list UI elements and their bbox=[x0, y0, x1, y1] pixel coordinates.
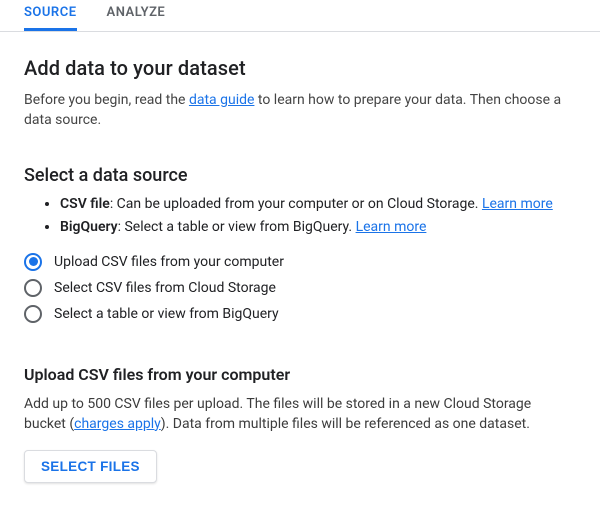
source-option-csv: CSV file: Can be uploaded from your comp… bbox=[60, 196, 576, 212]
radio-bigquery[interactable]: Select a table or view from BigQuery bbox=[24, 305, 576, 323]
source-option-bigquery-desc: : Select a table or view from BigQuery. bbox=[118, 219, 356, 235]
source-option-bigquery-name: BigQuery bbox=[60, 219, 118, 235]
radio-upload-computer[interactable]: Upload CSV files from your computer bbox=[24, 253, 576, 271]
source-option-bigquery: BigQuery: Select a table or view from Bi… bbox=[60, 219, 576, 235]
main-content: Add data to your dataset Before you begi… bbox=[0, 56, 600, 483]
radio-label: Upload CSV files from your computer bbox=[54, 254, 284, 270]
page-title: Add data to your dataset bbox=[24, 56, 576, 80]
source-options-list: CSV file: Can be uploaded from your comp… bbox=[24, 196, 576, 235]
tab-analyze[interactable]: ANALYZE bbox=[107, 0, 166, 31]
upload-section-heading: Upload CSV files from your computer bbox=[24, 365, 576, 384]
source-option-csv-desc: : Can be uploaded from your computer or … bbox=[110, 196, 482, 212]
intro-text: Before you begin, read the data guide to… bbox=[24, 90, 576, 131]
select-files-button[interactable]: SELECT FILES bbox=[24, 450, 157, 483]
tab-bar: SOURCE ANALYZE bbox=[0, 0, 600, 32]
source-option-csv-name: CSV file bbox=[60, 196, 110, 212]
learn-more-csv-link[interactable]: Learn more bbox=[482, 196, 553, 212]
radio-cloud-storage[interactable]: Select CSV files from Cloud Storage bbox=[24, 279, 576, 297]
upload-desc-after: ). Data from multiple files will be refe… bbox=[161, 416, 530, 432]
charges-apply-link[interactable]: charges apply bbox=[74, 416, 161, 432]
upload-description: Add up to 500 CSV files per upload. The … bbox=[24, 394, 576, 435]
data-guide-link[interactable]: data guide bbox=[189, 92, 254, 108]
tab-source[interactable]: SOURCE bbox=[24, 0, 77, 31]
radio-label: Select CSV files from Cloud Storage bbox=[54, 280, 276, 296]
intro-before: Before you begin, read the bbox=[24, 92, 189, 108]
learn-more-bigquery-link[interactable]: Learn more bbox=[356, 219, 427, 235]
radio-label: Select a table or view from BigQuery bbox=[54, 306, 279, 322]
select-source-heading: Select a data source bbox=[24, 165, 576, 186]
data-source-radio-group: Upload CSV files from your computer Sele… bbox=[24, 253, 576, 323]
radio-button-icon bbox=[24, 279, 42, 297]
radio-button-icon bbox=[24, 253, 42, 271]
radio-button-icon bbox=[24, 305, 42, 323]
